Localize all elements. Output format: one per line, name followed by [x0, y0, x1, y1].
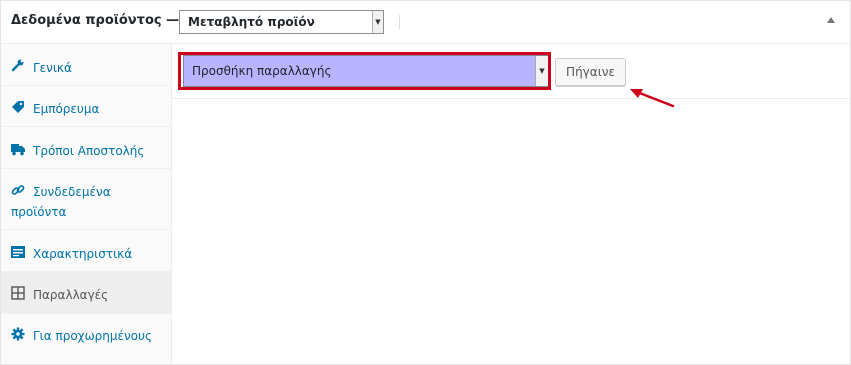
pointer-arrow-icon — [630, 89, 675, 108]
